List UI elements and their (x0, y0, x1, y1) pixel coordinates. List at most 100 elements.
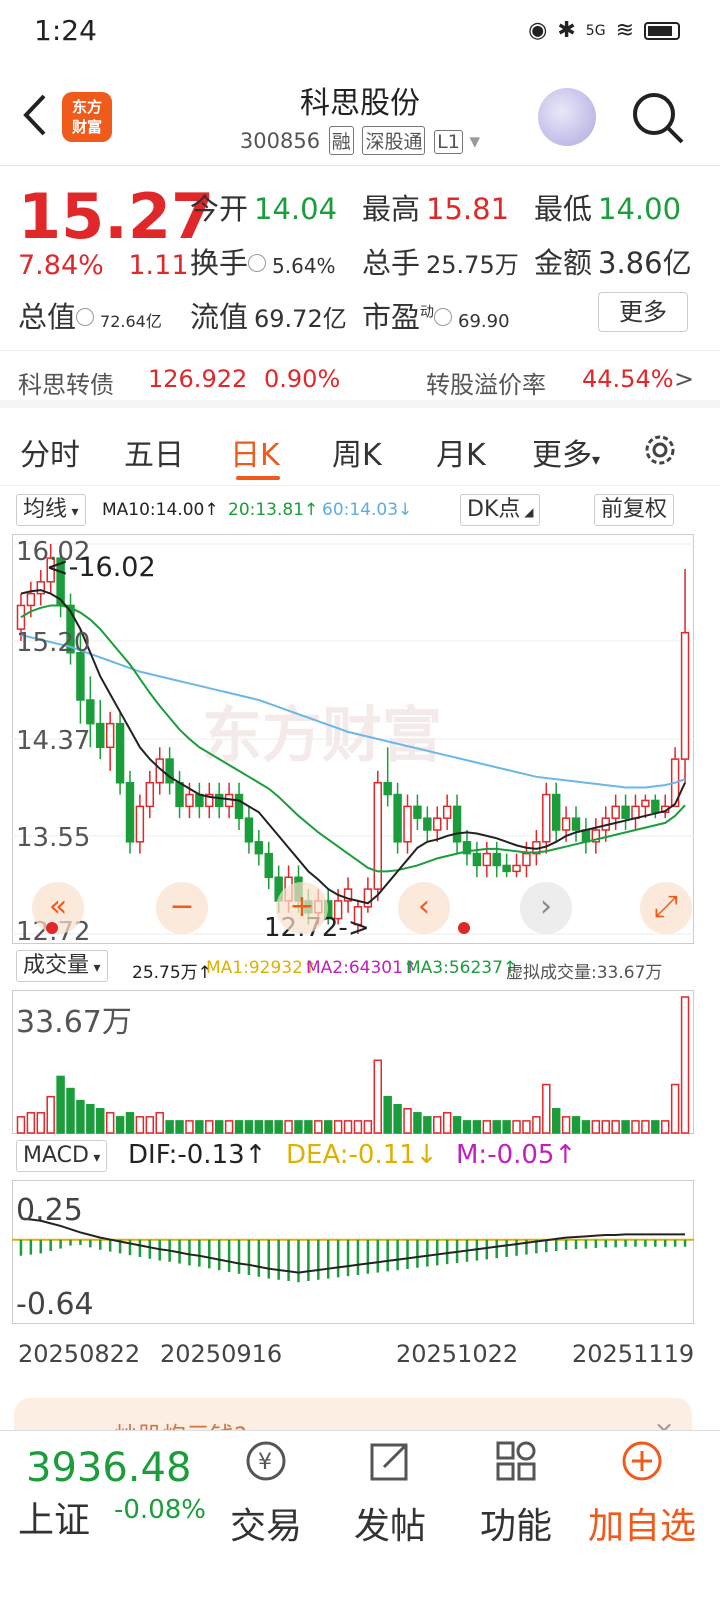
vol-ma2: MA2:64301↑ (306, 958, 418, 978)
post-button[interactable]: 发帖 (330, 1431, 450, 1561)
volume-bar (294, 1120, 303, 1134)
ai-assistant-icon[interactable] (538, 88, 596, 146)
status-icons: ◉ ✱ 5G ≋ (528, 18, 680, 43)
candle (641, 799, 650, 808)
premium-value: 44.54% (582, 365, 674, 393)
pe-cell: 市盈动 69.90 (362, 294, 510, 336)
change-abs: 1.11 (128, 250, 189, 281)
volume-bar (542, 1083, 551, 1134)
pe-sup: 动 (420, 304, 435, 321)
info-icon[interactable] (434, 308, 453, 326)
volume-bar (433, 1116, 442, 1134)
trade-label: 交易 (229, 1506, 302, 1547)
volume-bar (621, 1120, 630, 1134)
post-label: 发帖 (353, 1506, 426, 1547)
candle (581, 829, 591, 843)
functions-button[interactable]: 功能 (456, 1431, 576, 1561)
stock-code-line: 300856 融 深股通 L1 ▾ (0, 126, 720, 155)
volume-bar (452, 1116, 462, 1134)
kline-chart[interactable]: 东方财富 16.0215.2014.3713.5512.72 <-16.02 1… (12, 534, 694, 944)
next-candle-icon[interactable]: › (520, 882, 572, 934)
index-name: 上证 (18, 1500, 91, 1541)
tab-more[interactable]: 更多▾ (532, 430, 600, 474)
macd-selector[interactable]: MACD ▾ (16, 1140, 108, 1172)
search-icon[interactable] (630, 90, 686, 146)
candle (86, 699, 95, 725)
dk-label: DK点 (467, 497, 521, 522)
date-tick: 20250916 (160, 1340, 283, 1368)
zoom-in-icon[interactable]: + (276, 882, 328, 934)
volume-bar (195, 1120, 204, 1134)
chevron-right-icon: > (674, 365, 695, 393)
volume-bar (611, 1120, 620, 1134)
macd-chart[interactable]: 0.25 -0.64 (12, 1180, 694, 1324)
info-icon[interactable] (248, 254, 267, 272)
amount-value: 3.86亿 (598, 246, 692, 280)
zoom-out-icon[interactable]: − (156, 882, 208, 934)
date-tick: 20251022 (396, 1340, 519, 1368)
high-cell: 最高 15.81 (362, 186, 509, 228)
volume-bar (482, 1120, 492, 1134)
turnover-label: 换手 (190, 246, 249, 280)
tab-daily-k[interactable]: 日K (230, 430, 280, 474)
wifi-icon: ≋ (615, 18, 634, 43)
low-cell: 最低 14.00 (534, 186, 681, 228)
prev-candle-icon[interactable]: ‹ (398, 882, 450, 934)
gear-icon[interactable] (640, 430, 680, 470)
bottom-bar: 3936.48 上证 -0.08% ¥ 交易 发帖 功能 加自选 (0, 1430, 720, 1600)
high-label: 最高 (362, 192, 421, 226)
info-icon[interactable] (76, 308, 95, 326)
ma-indicator-bar: 均线 ▾ MA10:14.00↑ 20:13.81↑ 60:14.03↓ DK点… (0, 492, 720, 530)
macd-dif: DIF:-0.13↑ (128, 1140, 267, 1170)
volume-bar (363, 1120, 373, 1134)
functions-label: 功能 (479, 1506, 552, 1547)
volume-bar (244, 1120, 254, 1134)
more-button[interactable]: 更多 (598, 292, 688, 332)
tag-connect: 深股通 (362, 126, 426, 155)
volume-bar (155, 1112, 164, 1134)
ma-selector[interactable]: 均线 ▾ (16, 494, 86, 526)
yuan-cycle-icon: ¥ (246, 1441, 286, 1481)
convertible-bond-row[interactable]: 科思转债 126.922 0.90% 转股溢价率 44.54% > (0, 350, 720, 408)
volume-bar (16, 1116, 26, 1134)
add-watchlist-button[interactable]: 加自选 (582, 1431, 702, 1561)
volume-bar (561, 1116, 571, 1134)
candle (611, 805, 620, 819)
bluetooth-icon: ✱ (557, 18, 576, 43)
candle (502, 864, 511, 873)
candle (383, 781, 392, 796)
volume-bar (314, 1120, 323, 1134)
candle (105, 722, 115, 749)
candle (26, 592, 36, 607)
adjust-button[interactable]: 前复权 (594, 494, 675, 526)
dk-point-button[interactable]: DK点 ◢ (460, 494, 541, 526)
candle (175, 781, 184, 808)
candle (195, 793, 204, 808)
candle (135, 805, 145, 843)
tab-weekly-k[interactable]: 周K (332, 430, 382, 474)
candle (214, 793, 224, 808)
trade-button[interactable]: ¥ 交易 (206, 1431, 326, 1561)
fullscreen-icon[interactable]: ⤢ (640, 882, 692, 934)
volume-selector[interactable]: 成交量 ▾ (16, 950, 108, 982)
tab-intraday[interactable]: 分时 (20, 430, 80, 474)
candle (482, 852, 492, 867)
volume-bar (522, 1120, 531, 1134)
active-tab-indicator (236, 476, 280, 480)
dropdown-triangle-icon[interactable]: ▾ (470, 129, 481, 153)
status-time: 1:24 (34, 14, 97, 47)
price-change: 7.84% 1.11 (18, 250, 189, 281)
tab-monthly-k[interactable]: 月K (436, 430, 486, 474)
scroll-left-fast-icon[interactable]: « (32, 882, 84, 934)
tab-five-day[interactable]: 五日 (124, 430, 184, 474)
vol-ma1: MA1:92932↑ (206, 958, 318, 978)
period-tabs: 分时 五日 日K 周K 月K 更多▾ (0, 420, 720, 486)
volume-chart[interactable]: 33.67万 (12, 990, 694, 1134)
macd-dea: DEA:-0.11↓ (286, 1140, 438, 1170)
candle (651, 799, 660, 814)
volume-bar (324, 1120, 333, 1134)
volume-bar (185, 1120, 194, 1134)
volume-bar (274, 1120, 283, 1134)
ma10-value: MA10:14.00↑ (102, 500, 219, 520)
volume-bar (472, 1120, 482, 1134)
